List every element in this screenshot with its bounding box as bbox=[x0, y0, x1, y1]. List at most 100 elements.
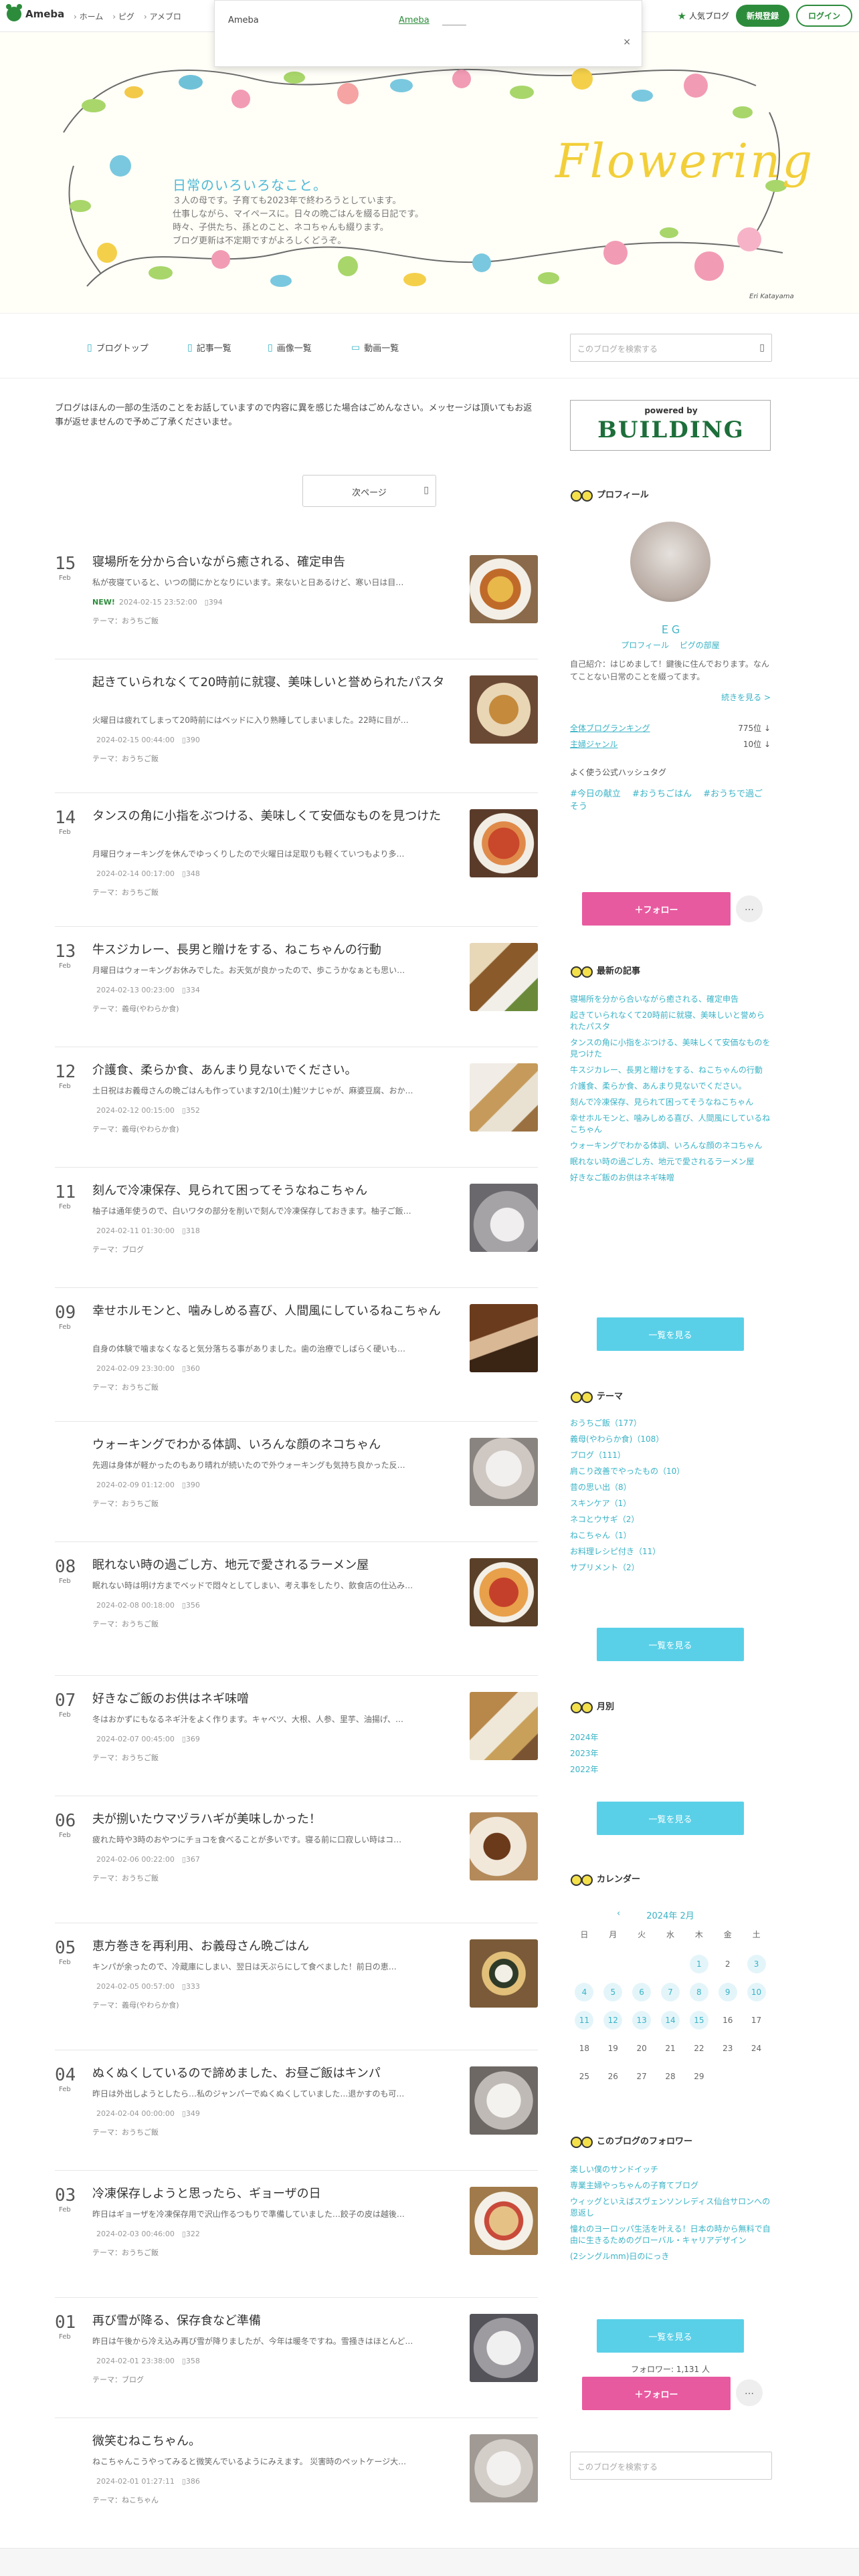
entry-thumbnail[interactable] bbox=[470, 2434, 538, 2502]
followers-list-button[interactable]: 一覧を見る bbox=[597, 2319, 744, 2353]
entry-theme[interactable]: テーマ：おうちご飯 bbox=[92, 887, 159, 897]
entry-thumbnail[interactable] bbox=[470, 1812, 538, 1881]
calendar-day[interactable]: 8 bbox=[684, 1982, 713, 2002]
entry-title[interactable]: ウォーキングでわかる体調、いろんな顔のネコちゃん bbox=[92, 1436, 447, 1453]
entry-theme[interactable]: テーマ：おうちご飯 bbox=[92, 2127, 159, 2137]
latest-article-link[interactable]: 牛スジカレー、長男と贈けをする、ねこちゃんの行動 bbox=[570, 1065, 771, 1076]
follower-blog-link[interactable]: 憧れのヨーロッパ生活を叶える！日本の時から無料で自由に生きるためのグローバル・キ… bbox=[570, 2224, 771, 2246]
latest-article-link[interactable]: 寝場所を分から合いながら癒される、確定申告 bbox=[570, 994, 771, 1005]
latest-article-link[interactable]: 幸せホルモンと、噛みしめる喜び、人間風にしているねこちゃん bbox=[570, 1113, 771, 1136]
latest-article-link[interactable]: 好きなご飯のお供はネギ味噌 bbox=[570, 1172, 771, 1184]
theme-link[interactable]: ネコとウサギ（2） bbox=[570, 1514, 771, 1525]
entry-theme[interactable]: テーマ：おうちご飯 bbox=[92, 1872, 159, 1883]
entry-thumbnail[interactable] bbox=[470, 1939, 538, 2008]
profile-name[interactable]: ＥＧ bbox=[570, 621, 771, 637]
calendar-day[interactable]: 7 bbox=[656, 1982, 685, 2002]
theme-link[interactable]: サプリメント（2） bbox=[570, 1562, 771, 1574]
entry-theme[interactable]: テーマ：おうちご飯 bbox=[92, 1498, 159, 1509]
theme-link[interactable]: ブログ（111） bbox=[570, 1450, 771, 1461]
latest-article-link[interactable]: タンスの角に小指をぶつける、美味しくて安価なものを見つけた bbox=[570, 1037, 771, 1060]
month-link[interactable]: 2022年 bbox=[570, 1764, 771, 1776]
theme-list-button[interactable]: 一覧を見る bbox=[597, 1628, 744, 1661]
entry-thumbnail[interactable] bbox=[470, 675, 538, 744]
calendar-day[interactable]: 6 bbox=[628, 1982, 656, 2002]
login-button[interactable]: ログイン bbox=[795, 5, 852, 27]
entry-thumbnail[interactable] bbox=[470, 2187, 538, 2255]
entry-thumbnail[interactable] bbox=[470, 943, 538, 1011]
entry-thumbnail[interactable] bbox=[470, 1304, 538, 1372]
next-page-button[interactable]: 次ページ ▯ bbox=[302, 475, 436, 507]
blog-title[interactable]: 日常のいろいろなこと。 bbox=[173, 175, 327, 194]
building-banner[interactable]: powered by BUILDING bbox=[570, 400, 771, 451]
entry-title[interactable]: 眠れない時の過ごし方、地元で愛されるラーメン屋 bbox=[92, 1557, 447, 1574]
month-link[interactable]: 2023年 bbox=[570, 1748, 771, 1759]
calendar-day[interactable]: 11 bbox=[570, 2010, 599, 2030]
entry-thumbnail[interactable] bbox=[470, 555, 538, 623]
follow-button-bottom[interactable]: ＋フォロー bbox=[582, 2377, 731, 2410]
entry-title[interactable]: 起きていられなくて20時前に就寝、美味しいと誉められたパスタ bbox=[92, 674, 447, 691]
overlay-link[interactable]: Ameba bbox=[399, 15, 430, 25]
overlay-close-icon[interactable]: × bbox=[623, 37, 631, 47]
theme-link[interactable]: スキンケア（1） bbox=[570, 1498, 771, 1509]
entry-theme[interactable]: テーマ：おうちご飯 bbox=[92, 2247, 159, 2258]
hashtag[interactable]: #おうちごはん bbox=[632, 789, 692, 799]
entry-theme[interactable]: テーマ：おうちご飯 bbox=[92, 753, 159, 764]
nav-article-list[interactable]: ▯ 記事一覧 bbox=[187, 341, 231, 354]
avatar[interactable] bbox=[630, 522, 710, 602]
calendar-day[interactable]: 3 bbox=[742, 1954, 771, 1974]
follow-button[interactable]: ＋フォロー bbox=[582, 892, 731, 926]
latest-list-button[interactable]: 一覧を見る bbox=[597, 1317, 744, 1351]
follower-blog-link[interactable]: 専業主婦やっちゃんの子育てブログ bbox=[570, 2180, 771, 2191]
entry-thumbnail[interactable] bbox=[470, 1063, 538, 1132]
nav-ameblo[interactable]: アメブロ bbox=[144, 11, 181, 22]
follower-blog-link[interactable]: ウィッグといえばスヴェンソンレディス仙台サロンへの恩返し bbox=[570, 2196, 771, 2219]
calendar-day[interactable]: 10 bbox=[742, 1982, 771, 2002]
pigg-room-link[interactable]: ピグの部屋 bbox=[680, 641, 720, 650]
nav-home[interactable]: ホーム bbox=[74, 11, 104, 22]
entry-title[interactable]: 恵方巻きを再利用、お義母さん晩ごはん bbox=[92, 1938, 447, 1955]
entry-title[interactable]: 冷凍保存しようと思ったら、ギョーザの日 bbox=[92, 2185, 447, 2202]
entry-theme[interactable]: テーマ：おうちご飯 bbox=[92, 1618, 159, 1629]
entry-theme[interactable]: テーマ：ブログ bbox=[92, 2374, 144, 2385]
month-link[interactable]: 2024年 bbox=[570, 1732, 771, 1743]
follower-blog-link[interactable]: (2シングルmm)日のにっき bbox=[570, 2251, 771, 2262]
more-options-icon[interactable]: … bbox=[736, 2379, 763, 2406]
entry-theme[interactable]: テーマ：ねこちゃん bbox=[92, 2494, 159, 2505]
nav-blog-top[interactable]: ▯ ブログトップ bbox=[87, 341, 149, 354]
entry-theme[interactable]: テーマ：義母(やわらか食) bbox=[92, 2000, 179, 2010]
entry-theme[interactable]: テーマ：義母(やわらか食) bbox=[92, 1003, 179, 1014]
popular-blog-link[interactable]: ★ 人気ブログ bbox=[678, 10, 729, 22]
ranking-overall-link[interactable]: 全体ブログランキング bbox=[570, 724, 650, 733]
entry-theme[interactable]: テーマ：義母(やわらか食) bbox=[92, 1123, 179, 1134]
calendar-day[interactable]: 9 bbox=[713, 1982, 742, 2002]
entry-thumbnail[interactable] bbox=[470, 1558, 538, 1626]
entry-thumbnail[interactable] bbox=[470, 809, 538, 877]
calendar-day[interactable]: 5 bbox=[599, 1982, 628, 2002]
theme-link[interactable]: 昔の思い出（8） bbox=[570, 1482, 771, 1493]
nav-pigg[interactable]: ピグ bbox=[112, 11, 134, 22]
nav-image-list[interactable]: ▯ 画像一覧 bbox=[268, 341, 312, 354]
entry-title[interactable]: 好きなご飯のお供はネギ味噌 bbox=[92, 1691, 447, 1707]
calendar-day[interactable]: 15 bbox=[684, 2010, 713, 2030]
profile-link[interactable]: プロフィール bbox=[621, 641, 669, 650]
calendar-day[interactable]: 4 bbox=[570, 1982, 599, 2002]
latest-article-link[interactable]: 介護食、柔らか食、あんまり見ないでください。 bbox=[570, 1081, 771, 1092]
entry-title[interactable]: 微笑むねこちゃん。 bbox=[92, 2433, 447, 2450]
entry-title[interactable]: 介護食、柔らか食、あんまり見ないでください。 bbox=[92, 1062, 447, 1079]
read-more-link[interactable]: 続きを見る > bbox=[721, 691, 771, 703]
entry-thumbnail[interactable] bbox=[470, 1184, 538, 1252]
more-options-icon[interactable]: … bbox=[736, 895, 763, 922]
entry-title[interactable]: ぬくぬくしているので諦めました、お昼ご飯はキンパ bbox=[92, 2065, 447, 2082]
monthly-list-button[interactable]: 一覧を見る bbox=[597, 1802, 744, 1835]
theme-link[interactable]: ねこちゃん（1） bbox=[570, 1530, 771, 1541]
entry-theme[interactable]: テーマ：おうちご飯 bbox=[92, 1752, 159, 1763]
ameba-logo[interactable]: Ameba bbox=[6, 4, 64, 21]
entry-title[interactable]: 幸せホルモンと、噛みしめる喜び、人間風にしているねこちゃん bbox=[92, 1303, 447, 1319]
follower-blog-link[interactable]: 楽しい僕のサンドイッチ bbox=[570, 2164, 771, 2175]
entry-thumbnail[interactable] bbox=[470, 2066, 538, 2135]
latest-article-link[interactable]: ウォーキングでわかる体調、いろんな顔のネコちゃん bbox=[570, 1140, 771, 1152]
entry-thumbnail[interactable] bbox=[470, 1438, 538, 1506]
entry-theme[interactable]: テーマ：おうちご飯 bbox=[92, 615, 159, 626]
blog-search-input[interactable]: このブログを検索する ▯ bbox=[570, 334, 772, 362]
theme-link[interactable]: 義母(やわらか食)（108） bbox=[570, 1434, 771, 1445]
